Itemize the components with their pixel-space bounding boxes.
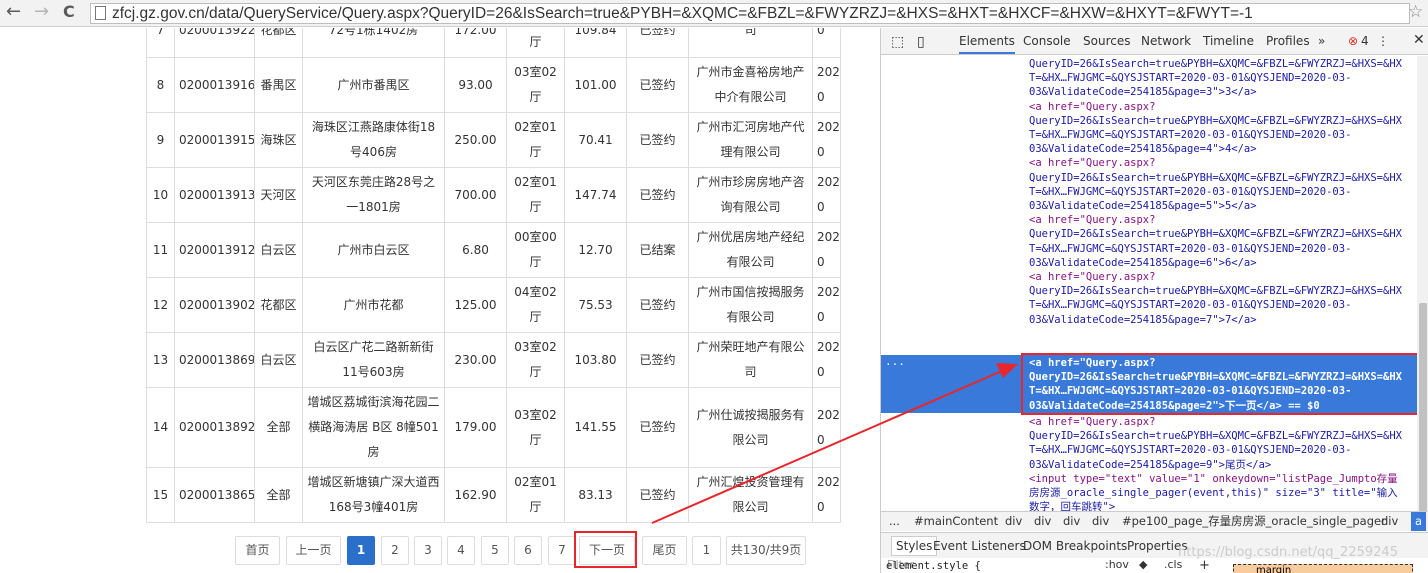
arrow-line xyxy=(651,369,1005,524)
arrow-head xyxy=(996,363,1018,378)
annotation-arrow xyxy=(651,363,1018,524)
